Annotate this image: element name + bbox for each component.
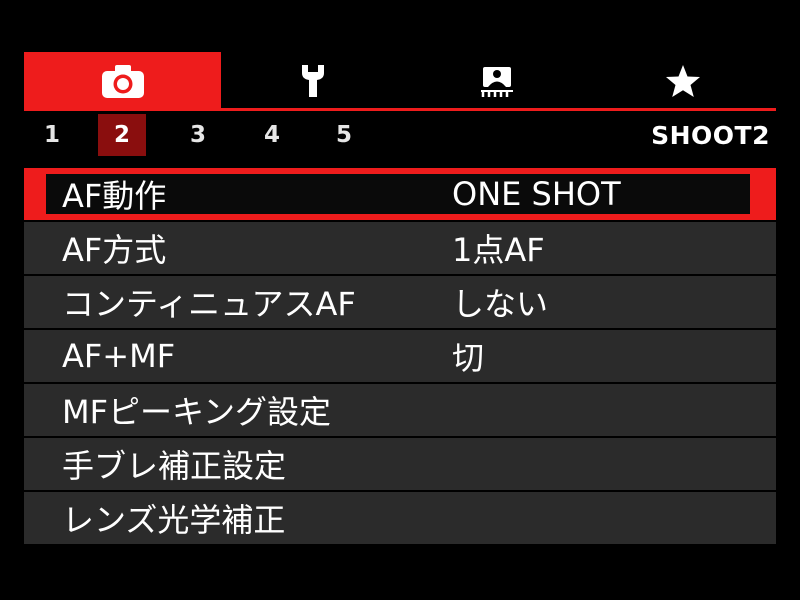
menu-item-af-mf[interactable]: AF+MF 切 [24,330,776,382]
camera-icon [100,63,146,99]
menu-item-value: 切 [452,339,485,377]
page-tab-3[interactable]: 3 [174,114,222,156]
main-tab-bar [24,52,776,111]
menu-item-label: AF方式 [62,231,167,269]
menu-item-label: レンズ光学補正 [62,501,286,539]
menu-item-af-method[interactable]: AF方式 1点AF [24,222,776,274]
menu-item-label: MFピーキング設定 [62,393,332,431]
star-icon [665,64,701,98]
page-tab-5[interactable]: 5 [320,114,368,156]
tab-my-menu[interactable] [589,52,776,110]
playback-person-icon [477,63,517,99]
menu-item-value: しない [452,285,549,323]
camera-menu-screen: 1 2 3 4 5 SHOOT2 AF動作 ONE SHOT AF方式 1点AF… [24,52,776,546]
page-tab-bar: 1 2 3 4 5 SHOOT2 [24,114,776,158]
wrench-icon [299,63,327,99]
menu-item-value: 1点AF [452,231,545,269]
menu-item-image-stabilization[interactable]: 手ブレ補正設定 [24,438,776,490]
tab-setup[interactable] [221,52,405,110]
menu-item-mf-peaking[interactable]: MFピーキング設定 [24,384,776,436]
page-tab-1[interactable]: 1 [28,114,76,156]
menu-item-continuous-af[interactable]: コンティニュアスAF しない [24,276,776,328]
menu-item-lens-correction[interactable]: レンズ光学補正 [24,492,776,544]
menu-item-label: AF動作 [62,177,167,215]
page-tab-2[interactable]: 2 [98,114,146,156]
page-tab-4[interactable]: 4 [248,114,296,156]
tab-shooting[interactable] [24,52,221,110]
tab-underline [24,108,776,111]
menu-item-label: 手ブレ補正設定 [62,447,287,485]
menu-item-af-operation[interactable]: AF動作 ONE SHOT [24,168,776,220]
menu-page-title: SHOOT2 [651,120,770,150]
menu-item-value: ONE SHOT [452,175,621,213]
tab-playback[interactable] [405,52,589,110]
menu-item-label: AF+MF [62,337,176,375]
menu-item-label: コンティニュアスAF [62,285,356,323]
